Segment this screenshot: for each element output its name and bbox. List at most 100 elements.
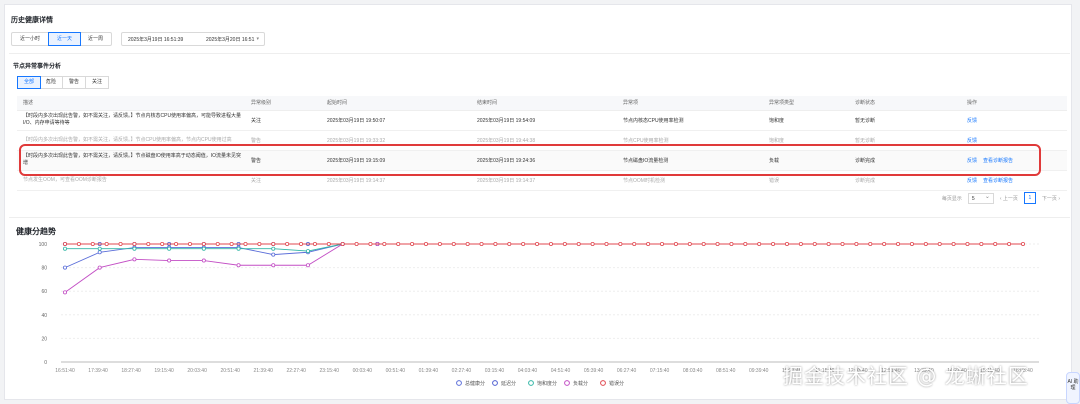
series-point (187, 241, 192, 246)
chevron-down-icon: ▾ (256, 36, 259, 42)
watermark-text: 掘金技术社区 @ 龙蜥社区 (783, 364, 1029, 388)
series-point (479, 241, 484, 246)
series-point (326, 241, 331, 246)
series-point (160, 241, 165, 246)
legend-label: 负载分 (573, 380, 588, 387)
feedback-link[interactable]: 反馈 (967, 178, 977, 184)
col-status: 诊断状态 (849, 96, 961, 111)
row-end: 2025年03月19日 19:54:09 (471, 110, 617, 131)
legend-label: 错误分 (609, 380, 624, 387)
time-range-tabs: 近一小时 近一天 近一周 (11, 32, 113, 46)
x-tick-label: 07:15:40 (650, 368, 670, 374)
x-tick-label: 16:51:40 (55, 368, 75, 374)
series-point (63, 265, 68, 270)
tab-range-hour[interactable]: 近一小时 (12, 33, 50, 45)
series-point (826, 241, 831, 246)
x-tick-label: 01:39:40 (419, 368, 439, 374)
series-point (174, 241, 179, 246)
events-panel: 节点异常事件分析 全部 危险 警告 关注 描述 异常级别 起始时间 结束时间 异… (9, 53, 1070, 213)
events-title: 节点异常事件分析 (13, 64, 62, 70)
date-range-picker[interactable]: 2025年3月19日 16:51:39 2025年3月20日 16:51 ▾ (121, 32, 265, 46)
prev-page-button[interactable]: ‹ 上一页 (1000, 195, 1018, 202)
x-tick-label: 00:03:40 (353, 368, 373, 374)
series-point (299, 241, 304, 246)
tab-range-week[interactable]: 近一周 (80, 33, 111, 45)
series-point (604, 241, 609, 246)
series-point (451, 241, 456, 246)
series-point (132, 257, 137, 262)
series-point (535, 241, 540, 246)
series-point (896, 241, 901, 246)
series-point (965, 241, 970, 246)
col-start: 起始时间 (321, 96, 471, 111)
x-tick-label: 03:15:40 (485, 368, 505, 374)
series-point (63, 290, 68, 295)
filter-danger[interactable]: 危险 (40, 77, 64, 88)
series-point (312, 241, 317, 246)
series-point (757, 241, 762, 246)
x-tick-label: 19:15:40 (154, 368, 174, 374)
series-point (132, 241, 137, 246)
page-size-label: 每页显示 (941, 195, 962, 202)
x-tick-label: 06:27:40 (617, 368, 637, 374)
legend-label: 延迟分 (501, 380, 516, 387)
series-point (285, 241, 290, 246)
row-desc: 【时段内多次出现此告警，如不需关注，请反馈。】节点内核态CPU使用率偏高，可能导… (17, 110, 245, 131)
series-point (812, 241, 817, 246)
level-filter-tabs: 全部 危险 警告 关注 (17, 76, 110, 89)
filter-attention[interactable]: 关注 (86, 77, 108, 88)
series-point (271, 252, 276, 257)
page-title: 历史健康详情 (11, 17, 53, 24)
series-point (368, 241, 373, 246)
legend-label: 总健康分 (465, 380, 485, 387)
series-point (167, 258, 172, 263)
tab-range-day[interactable]: 近一天 (48, 32, 82, 46)
view-report-link[interactable]: 查看诊断报告 (983, 178, 1013, 184)
series-point (236, 263, 241, 268)
x-tick-label: 20:03:40 (187, 368, 207, 374)
legend-marker (528, 380, 534, 386)
series-point (354, 241, 359, 246)
series-point (340, 241, 345, 246)
series-point (548, 241, 553, 246)
series-point (118, 241, 123, 246)
series-point (868, 241, 873, 246)
page-size-select[interactable]: 5 (967, 192, 994, 204)
row-status: 暂无诊断 (849, 110, 961, 131)
series-point (63, 241, 68, 246)
series-point (673, 241, 678, 246)
series-point (229, 241, 234, 246)
y-tick-label: 20 (41, 336, 47, 342)
x-tick-label: 04:51:40 (551, 368, 571, 374)
series-point (493, 241, 498, 246)
next-page-button[interactable]: 下一页 › (1042, 195, 1060, 202)
series-point (201, 246, 206, 251)
feedback-link[interactable]: 反馈 (967, 138, 977, 144)
series-point (660, 241, 665, 246)
filter-warning[interactable]: 警告 (63, 77, 87, 88)
x-tick-label: 08:51:40 (716, 368, 736, 374)
x-tick-label: 02:27:40 (452, 368, 472, 374)
col-level: 异常级别 (245, 96, 321, 111)
series-point (97, 246, 102, 251)
series-point (562, 241, 567, 246)
y-tick-label: 40 (41, 313, 47, 319)
series-point (236, 246, 241, 251)
series-point (701, 241, 706, 246)
series-point (771, 241, 776, 246)
ai-assistant-button[interactable]: AI 助理 (1066, 372, 1080, 404)
page-number-current[interactable]: 1 (1023, 192, 1036, 204)
x-tick-label: 04:03:40 (518, 368, 538, 374)
series-point (396, 241, 401, 246)
series-point (132, 246, 137, 251)
feedback-link[interactable]: 反馈 (967, 118, 977, 124)
series-point (437, 241, 442, 246)
series-line (64, 243, 378, 293)
table-row: 【时段内多次出现此告警，如不需关注，请反馈。】节点内核态CPU使用率偏高，可能导… (17, 110, 1067, 131)
series-point (951, 241, 956, 246)
legend-marker (600, 380, 606, 386)
date-start: 2025年3月19日 16:51:39 (128, 37, 184, 43)
filter-all[interactable]: 全部 (17, 76, 42, 89)
y-tick-label: 60 (41, 289, 47, 295)
legend-marker (492, 380, 498, 386)
